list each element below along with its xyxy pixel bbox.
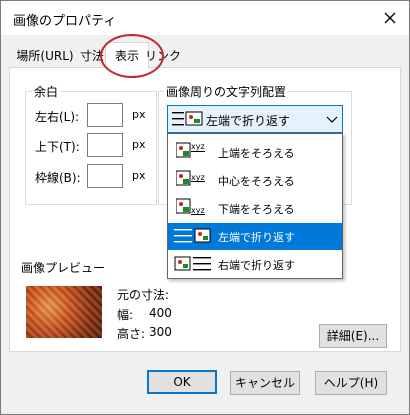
margin-group-title: 余白 bbox=[32, 83, 61, 100]
text-wrap-group-title: 画像周りの文字列配置 bbox=[164, 83, 289, 100]
cancel-button[interactable]: キャンセル bbox=[230, 371, 300, 395]
svg-text:xyz: xyz bbox=[191, 142, 205, 151]
wrap-right-icon bbox=[174, 256, 211, 271]
horizontal-margin-label: 左右(L): bbox=[35, 110, 80, 124]
text-wrap-dropdown-list: xyz 上端をそろえる xyz 中心をそろえる xyz 下端をそろえる 左端で折… bbox=[167, 133, 343, 279]
align-center-icon: xyz bbox=[176, 170, 205, 186]
preview-group-title: 画像プレビュー bbox=[21, 261, 106, 275]
option-label: 上端をそろえる bbox=[218, 147, 295, 160]
help-button[interactable]: ヘルプ(H) bbox=[315, 371, 387, 395]
svg-text:xyz: xyz bbox=[191, 173, 205, 182]
border-width-unit: px bbox=[132, 169, 146, 182]
option-wrap-right[interactable]: 右端で折り返す bbox=[168, 251, 342, 278]
option-label: 中心をそろえる bbox=[218, 175, 295, 188]
option-align-top[interactable]: xyz 上端をそろえる bbox=[168, 139, 342, 166]
close-button[interactable] bbox=[377, 5, 403, 31]
horizontal-margin-input[interactable] bbox=[87, 103, 123, 127]
image-properties-dialog: 画像のプロパティ 場所(URL) 寸法 表示 リンク 余白 左右(L): px … bbox=[0, 0, 410, 415]
horizontal-margin-unit: px bbox=[132, 108, 146, 121]
tab-location-url[interactable]: 場所(URL) bbox=[11, 45, 79, 67]
wrap-left-icon bbox=[174, 228, 211, 243]
svg-text:xyz: xyz bbox=[191, 206, 205, 215]
dialog-title: 画像のプロパティ bbox=[13, 14, 117, 29]
close-icon bbox=[384, 12, 396, 24]
original-size-label: 元の寸法: bbox=[117, 288, 170, 302]
align-bottom-icon: xyz bbox=[176, 198, 205, 215]
width-label: 幅: bbox=[117, 308, 134, 322]
height-label: 高さ: bbox=[117, 327, 146, 341]
details-button[interactable]: 詳細(E)... bbox=[319, 324, 387, 348]
wrap-left-icon bbox=[172, 111, 203, 126]
option-label: 左端で折り返す bbox=[218, 231, 295, 244]
highlight-ellipse bbox=[100, 34, 164, 78]
option-wrap-left[interactable]: 左端で折り返す bbox=[168, 223, 342, 250]
align-top-icon: xyz bbox=[176, 142, 205, 158]
vertical-margin-label: 上下(T): bbox=[35, 140, 80, 154]
option-label: 下端をそろえる bbox=[218, 203, 295, 216]
option-align-center[interactable]: xyz 中心をそろえる bbox=[168, 167, 342, 194]
image-preview-thumbnail bbox=[26, 286, 102, 338]
chevron-down-icon bbox=[326, 116, 338, 123]
border-width-input[interactable] bbox=[87, 164, 123, 188]
option-label: 右端で折り返す bbox=[218, 259, 295, 272]
text-wrap-selected-value: 左端で折り返す bbox=[206, 114, 291, 128]
ok-button[interactable]: OK bbox=[147, 370, 217, 394]
vertical-margin-input[interactable] bbox=[87, 133, 123, 157]
text-wrap-combobox[interactable]: 左端で折り返す bbox=[167, 105, 343, 133]
option-align-bottom[interactable]: xyz 下端をそろえる bbox=[168, 195, 342, 222]
vertical-margin-unit: px bbox=[132, 138, 146, 151]
height-value: 300 bbox=[149, 325, 172, 339]
width-value: 400 bbox=[149, 306, 172, 320]
border-width-label: 枠線(B): bbox=[35, 171, 81, 185]
title-bar[interactable]: 画像のプロパティ bbox=[1, 1, 409, 35]
